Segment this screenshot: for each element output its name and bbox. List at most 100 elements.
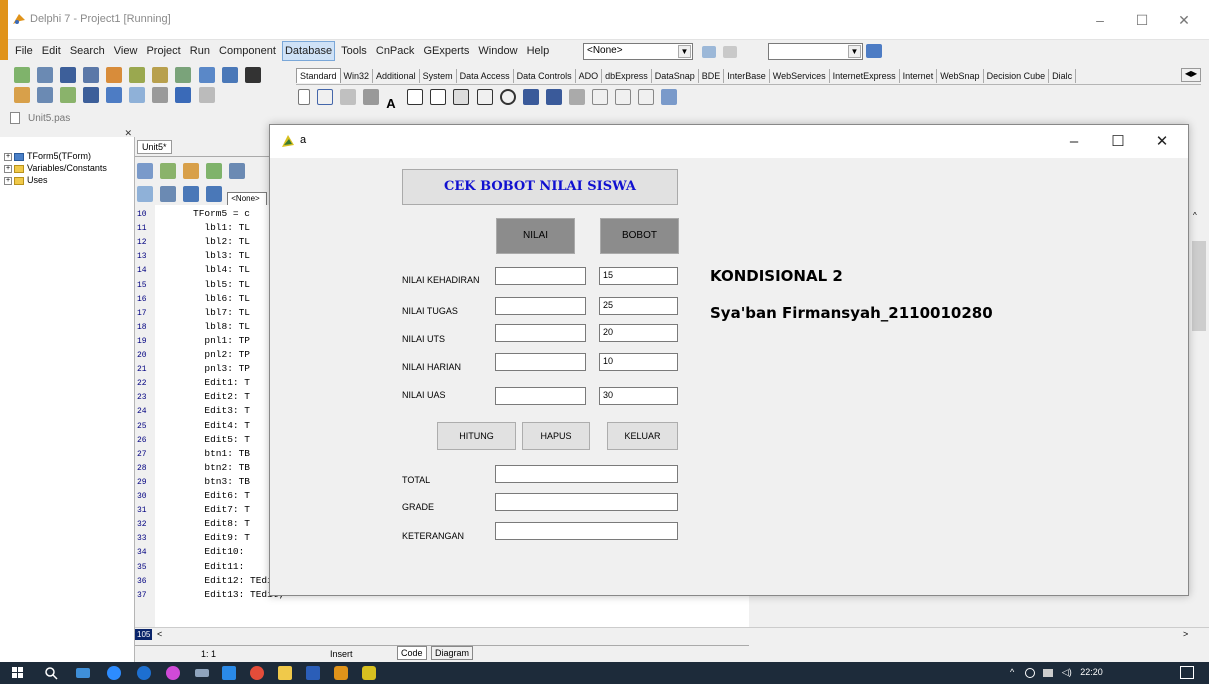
save-all-icon[interactable] bbox=[83, 67, 100, 83]
tab-internet[interactable]: Internet bbox=[900, 69, 938, 83]
tab-internetexpress[interactable]: InternetExpress bbox=[830, 69, 900, 83]
code-line[interactable]: 32 Edit8: T bbox=[135, 518, 250, 529]
toggle-form-unit-icon[interactable] bbox=[60, 87, 77, 103]
new-icon[interactable] bbox=[14, 67, 30, 83]
tab-unit5[interactable]: Unit5* bbox=[137, 140, 172, 154]
save-icon[interactable] bbox=[60, 67, 77, 83]
code-line[interactable]: 25 Edit4: T bbox=[135, 420, 250, 431]
tab-additional[interactable]: Additional bbox=[373, 69, 420, 83]
tab-standard[interactable]: Standard bbox=[296, 68, 341, 83]
tab-decision-cube[interactable]: Decision Cube bbox=[984, 69, 1050, 83]
tool-icon[interactable] bbox=[206, 186, 223, 202]
menu-file[interactable]: File bbox=[12, 40, 36, 62]
code-line[interactable]: 20 pnl2: TP bbox=[135, 349, 250, 360]
clock[interactable]: 22:20 bbox=[1080, 667, 1103, 677]
checkbox-icon[interactable] bbox=[175, 67, 192, 83]
keterangan-output[interactable] bbox=[495, 522, 678, 540]
code-line[interactable]: 19 pnl1: TP bbox=[135, 335, 250, 346]
editor-scrollbar[interactable]: ^ bbox=[1189, 205, 1209, 627]
menu-run[interactable]: Run bbox=[187, 40, 213, 62]
tool-icon[interactable] bbox=[229, 163, 246, 179]
tab-webservices[interactable]: WebServices bbox=[770, 69, 830, 83]
desktop-combo[interactable]: ▼ bbox=[768, 43, 863, 60]
menu-edit[interactable]: Edit bbox=[39, 40, 64, 62]
browser-icon[interactable] bbox=[166, 666, 180, 680]
code-line[interactable]: 29 btn3: TB bbox=[135, 476, 250, 487]
listbox-icon[interactable] bbox=[522, 89, 539, 105]
hapus-button[interactable]: HAPUS bbox=[522, 422, 590, 450]
radiogroup-icon[interactable] bbox=[614, 89, 631, 105]
pointer-icon[interactable] bbox=[298, 89, 310, 105]
pause-icon[interactable] bbox=[152, 87, 169, 103]
remove-file-icon[interactable] bbox=[152, 67, 169, 83]
hitung-button[interactable]: HITUNG bbox=[437, 422, 516, 450]
menu-view[interactable]: View bbox=[111, 40, 141, 62]
frame-icon[interactable] bbox=[317, 89, 334, 105]
tab-data-access[interactable]: Data Access bbox=[457, 69, 514, 83]
add-file-icon[interactable] bbox=[129, 67, 146, 83]
desktop-icon[interactable] bbox=[702, 46, 716, 58]
code-line[interactable]: 10 TForm5 = c bbox=[135, 208, 250, 219]
palette-scroll-arrows[interactable]: ◀▶ bbox=[1181, 68, 1201, 82]
close-icon[interactable]: ✕ bbox=[124, 128, 132, 139]
run-icon[interactable] bbox=[106, 87, 123, 103]
menu-window[interactable]: Window bbox=[475, 40, 520, 62]
total-output[interactable] bbox=[495, 465, 678, 483]
scrollbar-icon[interactable] bbox=[568, 89, 585, 105]
tab-interbase[interactable]: InterBase bbox=[724, 69, 770, 83]
label-icon[interactable]: A bbox=[386, 96, 400, 112]
tab-dbexpress[interactable]: dbExpress bbox=[602, 69, 652, 83]
battery-icon[interactable] bbox=[1043, 668, 1054, 677]
code-line[interactable]: 36 Edit12: TEdit; bbox=[135, 575, 284, 586]
media-icon[interactable] bbox=[137, 666, 151, 680]
tool-icon[interactable] bbox=[206, 163, 223, 179]
code-line[interactable]: 17 lbl7: TL bbox=[135, 307, 250, 318]
chrome-icon[interactable] bbox=[250, 666, 264, 680]
view-unit-icon[interactable] bbox=[14, 87, 30, 103]
network-icon[interactable] bbox=[1024, 667, 1035, 678]
scrollbar-thumb[interactable] bbox=[1192, 241, 1206, 331]
component-icon[interactable] bbox=[198, 67, 215, 83]
tab-system[interactable]: System bbox=[420, 69, 457, 83]
tab-bde[interactable]: BDE bbox=[699, 69, 725, 83]
code-line[interactable]: 16 lbl6: TL bbox=[135, 293, 250, 304]
tab-diagram[interactable]: Diagram bbox=[431, 646, 474, 660]
explorer-icon[interactable] bbox=[278, 666, 292, 680]
form-close-button[interactable]: ✕ bbox=[1140, 129, 1184, 154]
new-form-icon[interactable] bbox=[83, 87, 100, 103]
tab-ado[interactable]: ADO bbox=[576, 69, 603, 83]
actionlist-icon[interactable] bbox=[661, 89, 677, 105]
menu-database[interactable]: Database bbox=[281, 41, 336, 61]
tool-icon[interactable] bbox=[183, 163, 200, 179]
delphi-icon[interactable] bbox=[334, 666, 348, 680]
volume-icon[interactable]: ◁) bbox=[1062, 667, 1072, 677]
expand-icon[interactable]: + bbox=[4, 164, 12, 173]
running-app-icon[interactable] bbox=[362, 666, 376, 680]
step-over-icon[interactable] bbox=[198, 87, 215, 103]
tree-item-variables[interactable]: + Variables/Constants bbox=[0, 163, 134, 175]
radio-button-icon[interactable] bbox=[499, 89, 516, 105]
code-line[interactable]: 27 btn1: TB bbox=[135, 448, 250, 459]
keluar-button[interactable]: KELUAR bbox=[607, 422, 678, 450]
expand-icon[interactable]: + bbox=[4, 152, 12, 161]
code-line[interactable]: 23 Edit2: T bbox=[135, 391, 250, 402]
code-line[interactable]: 34 Edit10: bbox=[135, 546, 244, 557]
button-icon[interactable] bbox=[453, 89, 470, 105]
menu-gexperts[interactable]: GExperts bbox=[420, 40, 472, 62]
tab-code[interactable]: Code bbox=[397, 646, 427, 660]
kehadiran-nilai-input[interactable] bbox=[495, 267, 586, 285]
kehadiran-bobot-input[interactable]: 15 bbox=[599, 267, 678, 285]
checkbox-icon[interactable] bbox=[476, 89, 493, 105]
code-line[interactable]: 35 Edit11: bbox=[135, 561, 244, 572]
tree-item-form[interactable]: + TForm5(TForm) bbox=[0, 151, 134, 163]
word-icon[interactable] bbox=[306, 666, 320, 680]
run-options-icon[interactable] bbox=[129, 87, 146, 103]
minimize-button[interactable]: – bbox=[1080, 8, 1120, 32]
tree-item-uses[interactable]: + Uses bbox=[0, 175, 134, 187]
save-desktop-icon[interactable] bbox=[723, 46, 738, 58]
desktop-icon[interactable] bbox=[76, 668, 90, 678]
uts-bobot-input[interactable]: 20 bbox=[599, 324, 678, 342]
chevron-down-icon[interactable]: ▼ bbox=[678, 45, 691, 58]
code-line[interactable]: 28 btn2: TB bbox=[135, 462, 250, 473]
code-line[interactable]: 31 Edit7: T bbox=[135, 504, 250, 515]
